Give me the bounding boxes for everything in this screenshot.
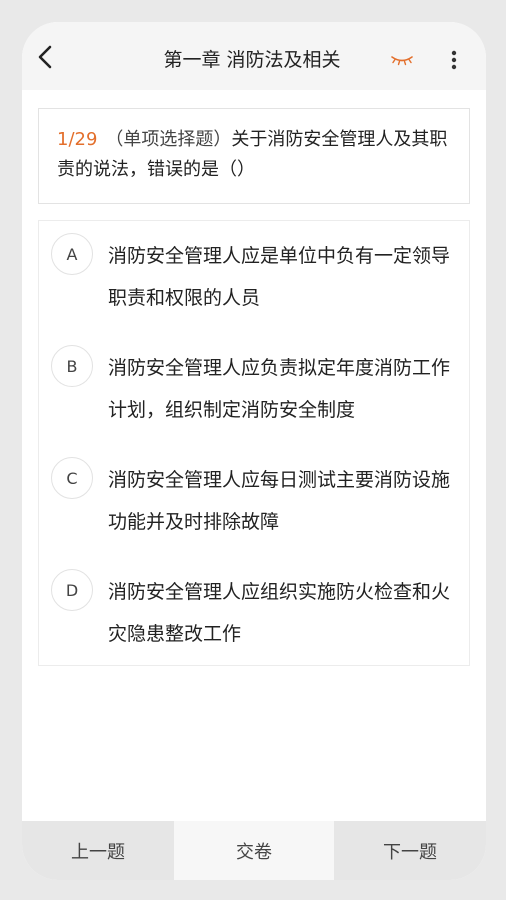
- options-list: A 消防安全管理人应是单位中负有一定领导职责和权限的人员 B 消防安全管理人应负…: [38, 220, 470, 666]
- bottom-nav: 上一题 交卷 下一题: [22, 821, 486, 880]
- option-text: 消防安全管理人应组织实施防火检查和火灾隐患整改工作: [108, 581, 451, 645]
- question-number: 1/29: [57, 129, 98, 150]
- next-question-button[interactable]: 下一题: [334, 821, 486, 880]
- device-frame: 第一章 消防法及相关 1/29 （单项选择题）关于消防安全管理人及其职责的说法，…: [0, 0, 506, 900]
- back-button[interactable]: [30, 40, 60, 74]
- hide-answer-toggle[interactable]: [388, 48, 416, 72]
- submit-button[interactable]: 交卷: [174, 821, 334, 880]
- option-text: 消防安全管理人应是单位中负有一定领导职责和权限的人员: [108, 245, 451, 309]
- top-bar: 第一章 消防法及相关: [22, 22, 486, 90]
- option-letter: A: [51, 233, 93, 275]
- app-screen: 第一章 消防法及相关 1/29 （单项选择题）关于消防安全管理人及其职责的说法，…: [22, 22, 486, 880]
- option-d[interactable]: D 消防安全管理人应组织实施防火检查和火灾隐患整改工作: [39, 557, 469, 665]
- more-options-button[interactable]: [442, 46, 466, 74]
- page-title: 第一章 消防法及相关: [163, 49, 341, 71]
- option-text: 消防安全管理人应负责拟定年度消防工作计划，组织制定消防安全制度: [108, 357, 451, 421]
- option-letter: B: [51, 345, 93, 387]
- option-c[interactable]: C 消防安全管理人应每日测试主要消防设施功能并及时排除故障: [39, 445, 469, 553]
- option-letter: C: [51, 457, 93, 499]
- option-b[interactable]: B 消防安全管理人应负责拟定年度消防工作计划，组织制定消防安全制度: [39, 333, 469, 441]
- prev-question-button[interactable]: 上一题: [22, 821, 174, 880]
- eye-closed-icon: [391, 56, 413, 66]
- option-a[interactable]: A 消防安全管理人应是单位中负有一定领导职责和权限的人员: [39, 221, 469, 329]
- question-card: 1/29 （单项选择题）关于消防安全管理人及其职责的说法，错误的是（）: [38, 108, 470, 204]
- option-letter: D: [51, 569, 93, 611]
- question-type: （单项选择题）: [105, 129, 232, 150]
- option-text: 消防安全管理人应每日测试主要消防设施功能并及时排除故障: [108, 469, 451, 533]
- chevron-left-icon: [38, 45, 52, 69]
- more-vertical-icon: [451, 50, 457, 70]
